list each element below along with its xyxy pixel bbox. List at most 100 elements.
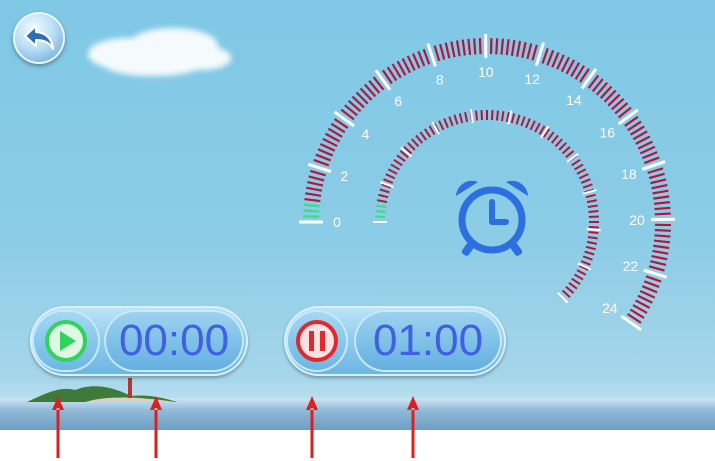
- inner-scale-segment: [587, 204, 598, 209]
- inner-scale-segment: [588, 210, 599, 213]
- inner-scale-segment: [379, 188, 390, 194]
- outer-scale-segment: [651, 255, 668, 261]
- inner-scale-segment: [585, 193, 596, 199]
- inner-scale-segment: [565, 150, 575, 159]
- inner-scale-segment: [383, 178, 394, 184]
- inner-scale-segment: [529, 120, 536, 131]
- outer-scale-segment: [444, 42, 451, 59]
- outer-scale-segment: [639, 145, 656, 155]
- inner-scale-segment: [576, 269, 587, 276]
- outer-scale-segment: [641, 285, 658, 294]
- start-timer-control: 00:00: [30, 306, 248, 376]
- inner-scale-segment: [438, 120, 445, 131]
- outer-scale-label: 8: [436, 72, 444, 88]
- inner-scale-segment: [584, 250, 595, 256]
- outer-scale-segment: [317, 148, 334, 157]
- inner-scale-segment: [423, 128, 432, 138]
- outer-scale-segment: [478, 38, 482, 55]
- outer-scale-segment: [455, 40, 461, 57]
- inner-scale-segment: [419, 131, 428, 141]
- inner-scale-segment: [385, 173, 396, 180]
- outer-scale-segment: [652, 189, 669, 195]
- inner-scale-segment: [415, 134, 424, 144]
- outer-scale-segment: [650, 260, 667, 267]
- inner-scale-segment: [550, 134, 559, 144]
- inner-scale-segment: [376, 199, 388, 204]
- remaining-time-display[interactable]: 01:00: [354, 310, 502, 372]
- inner-scale-segment: [387, 168, 398, 175]
- outer-scale-segment: [654, 206, 671, 211]
- outer-scale-segment: [303, 215, 320, 218]
- outer-scale-segment: [461, 39, 466, 56]
- annotation-arrow-remaining-time: [407, 396, 419, 458]
- inner-scale-segment: [393, 158, 403, 167]
- inner-scale-segment: [546, 131, 555, 141]
- inner-scale-segment: [588, 231, 599, 234]
- inner-scale-segment: [573, 273, 584, 281]
- outer-scale-segment: [643, 280, 660, 288]
- outer-scale-segment: [500, 38, 504, 55]
- inner-scale-segment: [573, 163, 584, 171]
- outer-scale-label: 0: [333, 214, 341, 230]
- inner-scale-segment: [428, 125, 436, 136]
- outer-scale-segment: [473, 38, 477, 55]
- inner-scale-segment: [496, 110, 499, 121]
- outer-scale-segment: [653, 244, 670, 250]
- inner-scale-segment: [568, 281, 578, 290]
- inner-scale-segment: [376, 204, 387, 209]
- inner-scale-segment: [587, 235, 598, 240]
- outer-scale-label: 2: [340, 168, 348, 184]
- pause-icon: [296, 320, 338, 362]
- inner-scale-segment: [390, 163, 401, 171]
- inner-scale-segment: [586, 240, 598, 245]
- outer-scale-segment: [309, 169, 326, 177]
- alarm-clock-icon: [456, 180, 528, 256]
- inner-scale-segment: [578, 173, 589, 180]
- outer-scale-segment: [315, 153, 332, 162]
- inner-scale-segment: [586, 199, 598, 204]
- annotation-arrow-start-time: [150, 396, 162, 458]
- outer-scale-segment: [521, 41, 527, 58]
- outer-scale-segment: [422, 48, 431, 65]
- outer-scale-label: 16: [600, 124, 616, 140]
- outer-scale-segment: [303, 203, 320, 208]
- outer-scale-segment: [651, 183, 668, 190]
- inner-scale-segment: [561, 146, 571, 155]
- outer-scale-segment: [551, 52, 560, 68]
- play-icon: [45, 320, 87, 362]
- outer-scale-segment: [652, 249, 669, 255]
- inner-major-tick: [586, 228, 601, 232]
- outer-scale-segment: [654, 228, 671, 232]
- inner-scale-segment: [515, 114, 521, 125]
- inner-scale-segment: [561, 289, 571, 298]
- inner-scale-segment: [571, 158, 581, 167]
- outer-scale-label: 20: [629, 212, 645, 228]
- outer-major-tick: [617, 108, 639, 126]
- inner-scale-segment: [443, 118, 449, 129]
- outer-scale-label: 4: [361, 126, 369, 142]
- outer-scale-segment: [653, 195, 670, 200]
- outer-scale-segment: [654, 234, 671, 238]
- inner-scale-segment: [396, 154, 406, 163]
- pause-button[interactable]: [286, 310, 348, 372]
- outer-scale-segment: [541, 47, 549, 64]
- outer-scale-label: 14: [566, 92, 582, 108]
- outer-scale-segment: [643, 156, 660, 165]
- inner-scale-segment: [448, 116, 454, 127]
- annotation-arrow-play: [52, 396, 64, 458]
- outer-scale-segment: [531, 44, 538, 61]
- inner-scale-segment: [378, 193, 389, 199]
- outer-scale-segment: [304, 197, 321, 203]
- inner-scale-segment: [582, 255, 593, 261]
- start-time-display[interactable]: 00:00: [104, 310, 244, 372]
- outer-major-tick: [374, 69, 392, 91]
- outer-scale-label: 24: [602, 300, 618, 316]
- inner-scale-segment: [534, 122, 541, 133]
- outer-scale-segment: [645, 275, 662, 283]
- outer-scale-segment: [654, 212, 671, 216]
- play-button[interactable]: [32, 310, 100, 372]
- inner-scale-segment: [453, 114, 459, 125]
- inner-scale-segment: [375, 210, 386, 213]
- outer-scale-segment: [303, 209, 320, 213]
- outer-scale-segment: [467, 38, 472, 55]
